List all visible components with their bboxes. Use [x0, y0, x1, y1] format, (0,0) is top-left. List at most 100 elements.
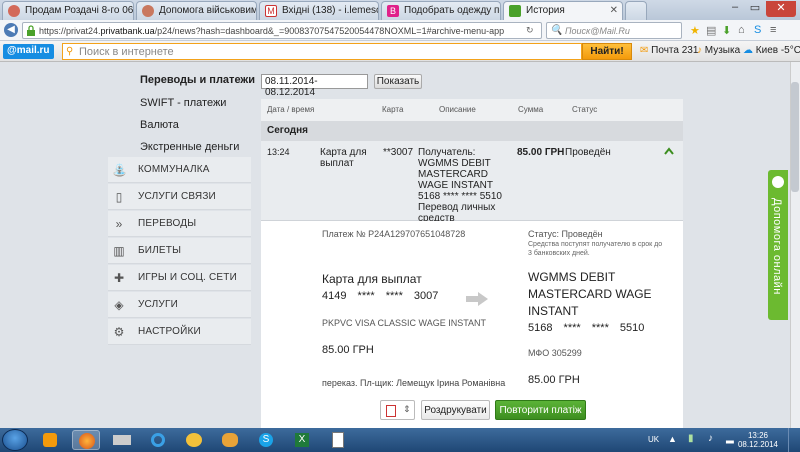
show-button[interactable]: Показать	[374, 74, 422, 89]
url-domain: privatbank.ua	[100, 26, 155, 36]
excel-icon[interactable]: X	[288, 430, 316, 450]
music-link[interactable]: ♪ Музыка	[697, 45, 740, 56]
mail-label: Почта 231	[651, 45, 699, 56]
sidebar-item-transfers[interactable]: » Переводы	[108, 211, 251, 237]
phone-icon: ▯	[115, 190, 123, 204]
agent-icon[interactable]	[216, 430, 244, 450]
browser-nav-bar: ◀ https://privat24.privatbank.ua/p24/new…	[0, 20, 800, 41]
home-icon[interactable]: ⌂	[738, 24, 745, 36]
browser-search-input[interactable]: 🔍 Поиск@Mail.Ru	[546, 22, 682, 39]
mailru-logo[interactable]: @mail.ru	[3, 44, 54, 59]
language-indicator[interactable]: UK	[648, 435, 659, 444]
new-tab-button[interactable]	[625, 1, 647, 20]
submenu-currency[interactable]: Валюта	[140, 119, 179, 131]
date-range-input[interactable]: 08.11.2014-08.12.2014	[261, 74, 368, 98]
url-bar[interactable]: https://privat24.privatbank.ua/p24/news?…	[22, 22, 542, 39]
tx-desc-line: Перевод личных	[418, 202, 496, 213]
payer-info: переказ. Пл-щик: Лемещук Ірина Романівна	[322, 378, 506, 388]
card-num-part: 3007	[413, 290, 439, 302]
submenu-transfers[interactable]: Переводы и платежи	[140, 74, 255, 86]
search-icon: ⚲	[66, 46, 74, 57]
sidebar-item-utilities[interactable]: ⛲ Коммуналка	[108, 157, 251, 183]
tx-card-line1: Карта для	[320, 147, 367, 158]
recipient-line1: WGMMS DEBIT	[528, 270, 616, 284]
network-icon[interactable]: ▮	[688, 433, 694, 444]
sidebar-item-settings[interactable]: ⚙ Настройки	[108, 319, 251, 345]
browser-tab-4[interactable]: B Подобрать одежду по пар...	[381, 1, 501, 20]
browser-tab-2[interactable]: Допомога військовим на ...	[136, 1, 257, 20]
page-scrollbar[interactable]	[790, 62, 800, 428]
sidebar-item-label: Коммуналка	[138, 164, 210, 175]
volume-icon[interactable]: ♪	[708, 433, 713, 444]
sidebar-item-telecom[interactable]: ▯ Услуги связи	[108, 184, 251, 210]
sidebar-item-games[interactable]: ✚ Игры и соц. сети	[108, 265, 251, 291]
print-button[interactable]: Роздрукувати	[421, 400, 490, 420]
refresh-icon[interactable]: ↻	[526, 25, 534, 36]
minimize-icon[interactable]: –	[726, 1, 744, 17]
maximize-icon[interactable]: ▭	[746, 1, 764, 17]
messenger-icon[interactable]	[180, 430, 208, 450]
weather-link[interactable]: ☁ Киев -5°C	[743, 45, 800, 56]
notepad-icon[interactable]	[324, 430, 352, 450]
back-icon[interactable]: ◀	[4, 23, 18, 37]
mailru-search-button[interactable]: Найти!	[582, 43, 632, 60]
submenu-swift[interactable]: SWIFT - платежи	[140, 97, 226, 109]
page-content: Переводы и платежи SWIFT - платежи Валют…	[0, 62, 800, 428]
scanner-icon[interactable]	[108, 430, 136, 450]
tx-desc-line: 5168 **** **** 5510	[418, 191, 502, 202]
skype-icon[interactable]: S	[754, 24, 761, 36]
firefox-icon[interactable]	[72, 430, 100, 450]
close-window-icon[interactable]: ✕	[766, 1, 796, 17]
star-icon[interactable]: ★	[690, 24, 700, 37]
help-online-label: Допомога онлайн	[771, 198, 783, 295]
table-row[interactable]: 13:24 Карта для выплат **3007 Получатель…	[261, 141, 683, 224]
arrow-right-icon	[466, 292, 488, 306]
media-player-icon[interactable]	[36, 430, 64, 450]
clock[interactable]: 13:26 08.12.2014	[738, 431, 778, 449]
sidebar-item-label: Услуги связи	[138, 191, 216, 202]
repeat-payment-button[interactable]: Повторити платіж	[495, 400, 586, 420]
recipient-amount: 85.00 ГРН	[528, 374, 580, 386]
mailru-search-input[interactable]: ⚲ Поиск в интернете	[62, 43, 582, 60]
recipient-line3: INSTANT	[528, 304, 579, 318]
browser-tab-1[interactable]: Продам Роздачі 8-го 06.1...	[2, 1, 134, 20]
sidebar-item-label: Услуги	[138, 299, 178, 310]
shop-icon: B	[387, 5, 399, 17]
ie-icon[interactable]	[144, 430, 172, 450]
search-icon: 🔍	[550, 25, 563, 36]
sidebar-item-label: Настройки	[138, 326, 201, 337]
browser-tab-5[interactable]: История ✕	[503, 1, 623, 20]
tray-arrow-icon[interactable]: ▲	[668, 434, 677, 444]
skype-icon[interactable]: S	[252, 430, 280, 450]
menu-icon[interactable]: ≡	[770, 24, 776, 36]
chevrons-right-icon: »	[115, 217, 123, 231]
card-num-part: 5168	[528, 322, 553, 334]
chevron-up-icon[interactable]	[664, 147, 674, 155]
pdf-dropdown-button[interactable]: ⇕	[380, 400, 415, 420]
sidebar-item-tickets[interactable]: ▥ Билеты	[108, 238, 251, 264]
scrollbar-thumb[interactable]	[791, 82, 799, 192]
show-desktop-button[interactable]	[788, 428, 800, 452]
signal-icon[interactable]: ▂	[726, 433, 734, 444]
start-button[interactable]	[2, 429, 28, 451]
mail-link[interactable]: ✉ Почта 231	[640, 45, 698, 56]
pdf-icon	[386, 405, 396, 417]
payment-note-1: Средства поступят получателю в срок до	[528, 241, 663, 248]
browser-tab-bar: Продам Роздачі 8-го 06.1... Допомога вій…	[0, 0, 800, 20]
sidebar-item-label: Билеты	[138, 245, 182, 256]
close-icon[interactable]: ✕	[610, 5, 618, 16]
tx-amount-value: 85.00	[517, 147, 543, 158]
bookmarks-icon[interactable]: ▤	[706, 24, 716, 37]
sender-card-title: Карта для выплат	[322, 272, 422, 286]
group-today: Сегодня	[261, 121, 683, 141]
sidebar-item-label: Переводы	[138, 218, 197, 229]
browser-search-placeholder: Поиск@Mail.Ru	[565, 26, 630, 36]
browser-tab-3[interactable]: M Вхідні (138) - i.lemeschuk...	[259, 1, 379, 20]
download-icon[interactable]: ⬇	[722, 24, 731, 37]
submenu-emergency[interactable]: Экстренные деньги	[140, 141, 239, 153]
sender-card-type: PKPVC VISA CLASSIC WAGE INSTANT	[322, 318, 487, 328]
help-online-tab[interactable]: Допомога онлайн	[768, 170, 788, 320]
updown-icon: ⇕	[403, 404, 411, 414]
sidebar-item-services[interactable]: ◈ Услуги	[108, 292, 251, 318]
gear-icon: ⚙	[113, 325, 125, 339]
